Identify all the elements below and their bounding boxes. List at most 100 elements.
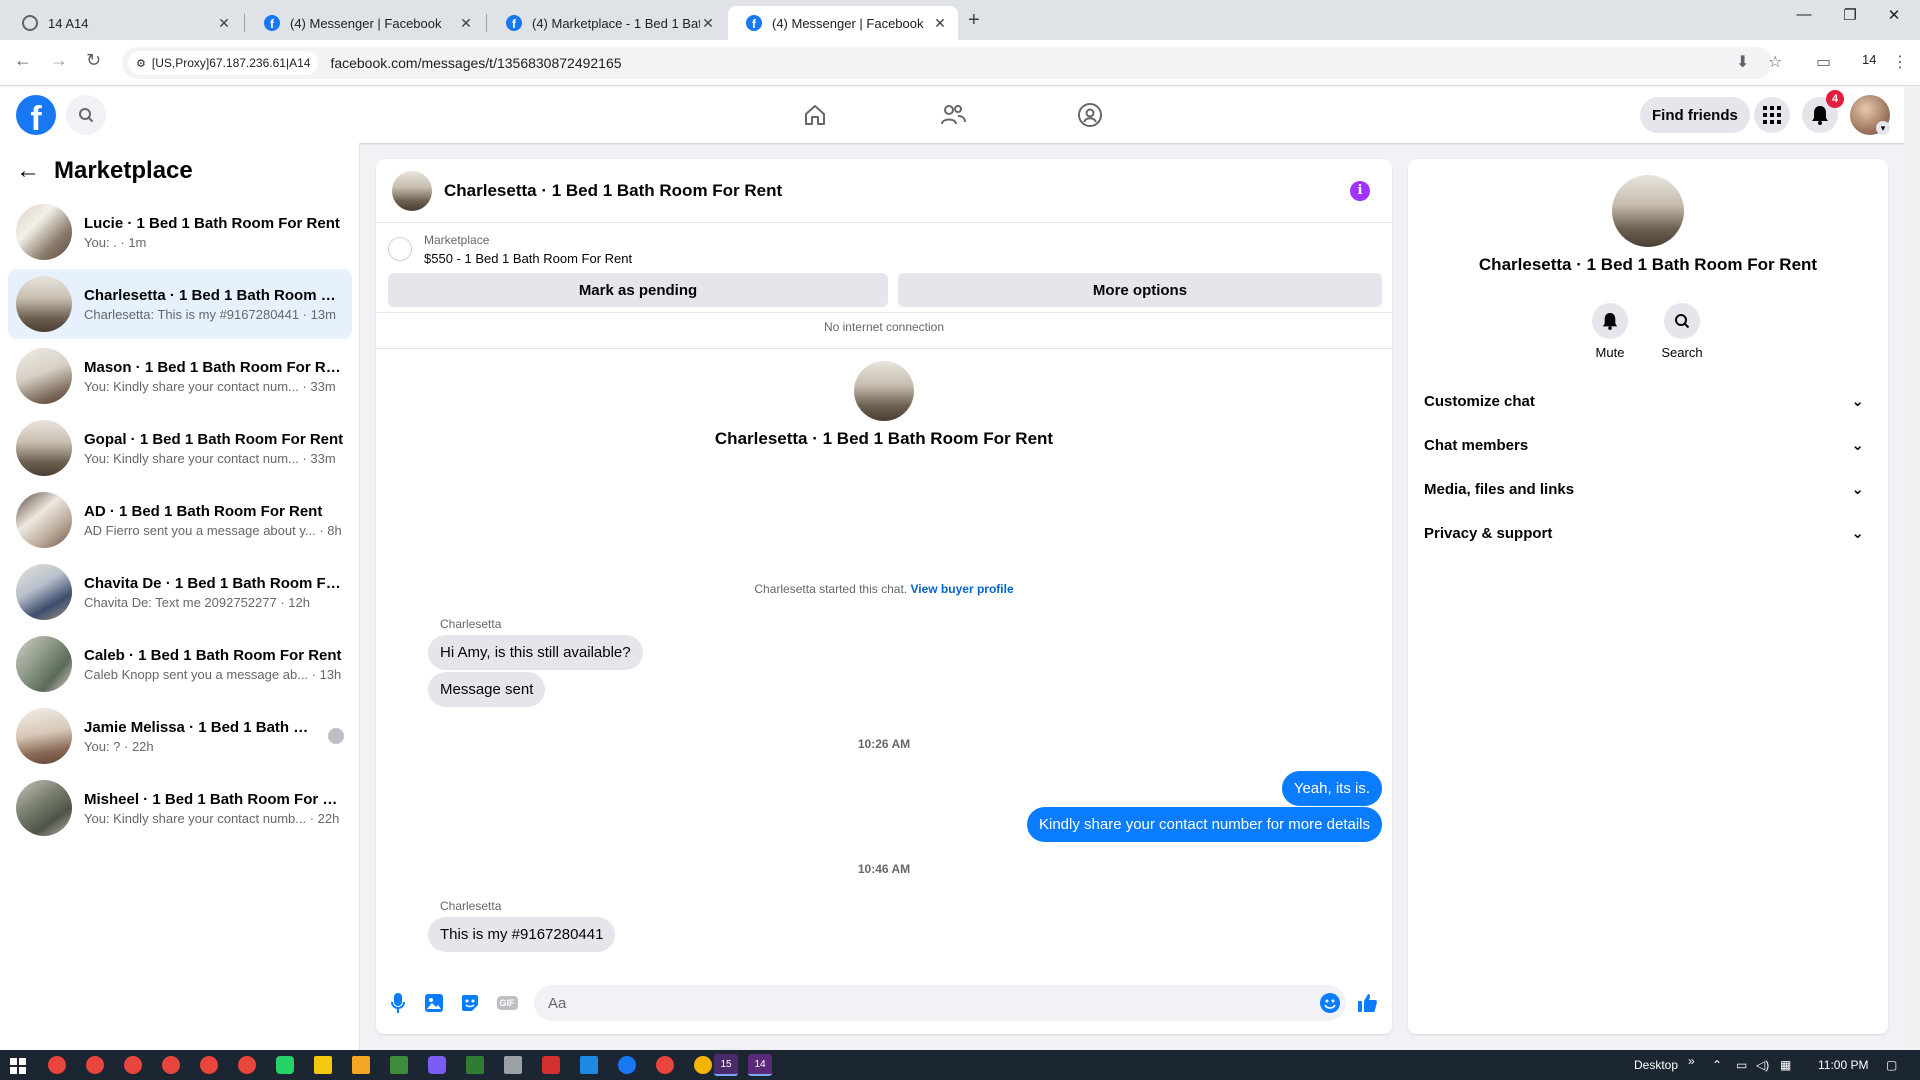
close-icon[interactable]: ✕ <box>458 15 474 32</box>
page-scrollbar[interactable] <box>1904 87 1920 1050</box>
browser-tab-messenger[interactable]: f (4) Messenger | Facebook ✕ <box>246 6 484 40</box>
more-options-button[interactable]: More options <box>898 273 1382 307</box>
chat-title[interactable]: Charlesetta · 1 Bed 1 Bath Room For Rent <box>444 181 782 201</box>
chevron-down-icon[interactable]: ▾ <box>1876 121 1890 135</box>
message-bubble-outgoing[interactable]: Yeah, its is. <box>1281 771 1382 806</box>
search-button[interactable] <box>66 95 106 135</box>
close-icon[interactable]: ✕ <box>932 15 948 32</box>
network-icon[interactable]: ▭ <box>1736 1058 1747 1072</box>
conversation-item[interactable]: Chavita De · 1 Bed 1 Bath Room Fo... Cha… <box>8 557 352 627</box>
chrome-app-icon[interactable] <box>200 1056 218 1074</box>
tab-separator <box>244 14 245 32</box>
minimize-button[interactable]: — <box>1784 6 1824 23</box>
message-bubble-incoming[interactable]: Message sent <box>428 672 546 707</box>
message-input[interactable] <box>534 985 1346 1021</box>
message-bubble-outgoing[interactable]: Kindly share your contact number for mor… <box>1027 807 1382 842</box>
conversation-item[interactable]: AD · 1 Bed 1 Bath Room For Rent AD Fierr… <box>8 485 352 555</box>
gif-icon[interactable]: GIF <box>496 993 518 1013</box>
home-nav-button[interactable] <box>795 99 835 131</box>
bookmark-star-icon[interactable]: ☆ <box>1768 52 1782 72</box>
chrome-app-icon[interactable] <box>124 1056 142 1074</box>
mark-as-pending-button[interactable]: Mark as pending <box>388 273 888 307</box>
privacy-support-section[interactable]: Privacy & support ⌄ <box>1416 511 1880 555</box>
app-icon[interactable] <box>618 1056 636 1074</box>
photo-icon[interactable] <box>424 993 444 1013</box>
menu-button[interactable] <box>1754 97 1790 133</box>
app-icon[interactable] <box>428 1056 446 1074</box>
app-icon[interactable] <box>580 1056 598 1074</box>
app-badge-15[interactable]: 15 <box>714 1054 738 1076</box>
conversation-item[interactable]: Mason · 1 Bed 1 Bath Room For Rent You: … <box>8 341 352 411</box>
restore-button[interactable]: ❐ <box>1830 6 1870 24</box>
install-app-icon[interactable]: ⬇ <box>1736 52 1749 72</box>
find-friends-button[interactable]: Find friends <box>1640 97 1750 133</box>
close-icon[interactable]: ✕ <box>700 15 716 32</box>
folder-app-icon[interactable] <box>314 1056 332 1074</box>
desktop-label[interactable]: Desktop <box>1634 1058 1678 1072</box>
emoji-icon[interactable] <box>1320 993 1340 1013</box>
app-icon[interactable] <box>466 1056 484 1074</box>
like-thumbs-up-icon[interactable] <box>1358 993 1378 1013</box>
browser-tab-marketplace[interactable]: f (4) Marketplace - 1 Bed 1 Bath ✕ <box>488 6 726 40</box>
conversation-snippet: You: Kindly share your contact num... · … <box>84 450 336 466</box>
message-bubble-incoming[interactable]: Hi Amy, is this still available? <box>428 635 643 670</box>
chrome-app-icon[interactable] <box>162 1056 180 1074</box>
side-panel-icon[interactable]: ▭ <box>1816 52 1831 72</box>
app-icon[interactable] <box>694 1056 712 1074</box>
tray-expand-icon[interactable]: ⌃ <box>1712 1058 1722 1072</box>
chat-members-section[interactable]: Chat members ⌄ <box>1416 423 1880 467</box>
conversation-item[interactable]: Jamie Melissa · 1 Bed 1 Bath Roo... You:… <box>8 701 352 771</box>
info-icon[interactable]: i <box>1350 181 1370 201</box>
section-label: Media, files and links <box>1424 480 1575 498</box>
customize-chat-section[interactable]: Customize chat ⌄ <box>1416 379 1880 423</box>
address-bar[interactable]: ⚙ [US,Proxy]67.187.236.61|A14 facebook.c… <box>122 47 1772 79</box>
chrome-app-icon[interactable] <box>656 1056 674 1074</box>
window-close-button[interactable]: ✕ <box>1874 6 1914 24</box>
app-badge-14[interactable]: 14 <box>748 1054 772 1076</box>
app-icon[interactable] <box>390 1056 408 1074</box>
clock-time[interactable]: 11:00 PM <box>1818 1058 1868 1072</box>
chrome-app-icon[interactable] <box>238 1056 256 1074</box>
facebook-logo-icon[interactable]: f <box>16 95 56 135</box>
chrome-app-icon[interactable] <box>48 1056 66 1074</box>
microphone-icon[interactable] <box>388 993 408 1013</box>
browser-tab-messenger-active[interactable]: f (4) Messenger | Facebook ✕ <box>728 6 958 40</box>
proxy-chip[interactable]: ⚙ [US,Proxy]67.187.236.61|A14 <box>128 51 319 75</box>
listing-price-title[interactable]: $550 - 1 Bed 1 Bath Room For Rent <box>424 251 632 266</box>
conversation-item[interactable]: Caleb · 1 Bed 1 Bath Room For Rent Caleb… <box>8 629 352 699</box>
browser-menu-icon[interactable]: ⋮ <box>1892 52 1908 72</box>
chrome-app-icon[interactable] <box>86 1056 104 1074</box>
chevron-right-icon[interactable]: » <box>1688 1054 1695 1068</box>
listing-thumbnail[interactable] <box>388 237 412 261</box>
groups-nav-button[interactable] <box>1070 99 1110 131</box>
conversation-item[interactable]: Lucie · 1 Bed 1 Bath Room For Rent You: … <box>8 197 352 267</box>
windows-start-icon[interactable] <box>10 1058 26 1074</box>
app-icon[interactable] <box>352 1056 370 1074</box>
friends-nav-button[interactable] <box>933 99 973 131</box>
back-arrow-icon[interactable]: ← <box>16 157 40 185</box>
conversation-item-active[interactable]: Charlesetta · 1 Bed 1 Bath Room Fo... Ch… <box>8 269 352 339</box>
browser-tab-a14[interactable]: 14 A14 ✕ <box>4 6 242 40</box>
conversation-item[interactable]: Gopal · 1 Bed 1 Bath Room For Rent You: … <box>8 413 352 483</box>
app-icon[interactable] <box>504 1056 522 1074</box>
view-buyer-profile-link[interactable]: View buyer profile <box>910 582 1013 596</box>
close-icon[interactable]: ✕ <box>216 15 232 32</box>
app-icon[interactable] <box>542 1056 560 1074</box>
conversation-item[interactable]: Misheel · 1 Bed 1 Bath Room For R... You… <box>8 773 352 843</box>
media-files-links-section[interactable]: Media, files and links ⌄ <box>1416 467 1880 511</box>
whatsapp-app-icon[interactable] <box>276 1056 294 1074</box>
back-icon[interactable]: ← <box>14 50 32 71</box>
mute-button[interactable]: Mute <box>1575 303 1645 360</box>
reload-icon[interactable]: ↻ <box>86 50 101 71</box>
keyboard-icon[interactable]: ▦ <box>1780 1058 1791 1072</box>
chat-avatar[interactable] <box>392 170 432 211</box>
volume-icon[interactable]: ◁) <box>1756 1058 1769 1072</box>
conversation-name: Gopal · 1 Bed 1 Bath Room For Rent <box>84 430 344 448</box>
new-tab-button[interactable]: + <box>968 9 980 32</box>
sticker-icon[interactable] <box>460 993 480 1013</box>
profile-count[interactable]: 14 <box>1862 52 1876 67</box>
forward-icon[interactable]: → <box>50 50 68 71</box>
search-in-conversation-button[interactable]: Search <box>1647 303 1717 360</box>
notification-center-icon[interactable]: ▢ <box>1886 1058 1897 1072</box>
message-bubble-incoming[interactable]: This is my #9167280441 <box>428 917 616 952</box>
